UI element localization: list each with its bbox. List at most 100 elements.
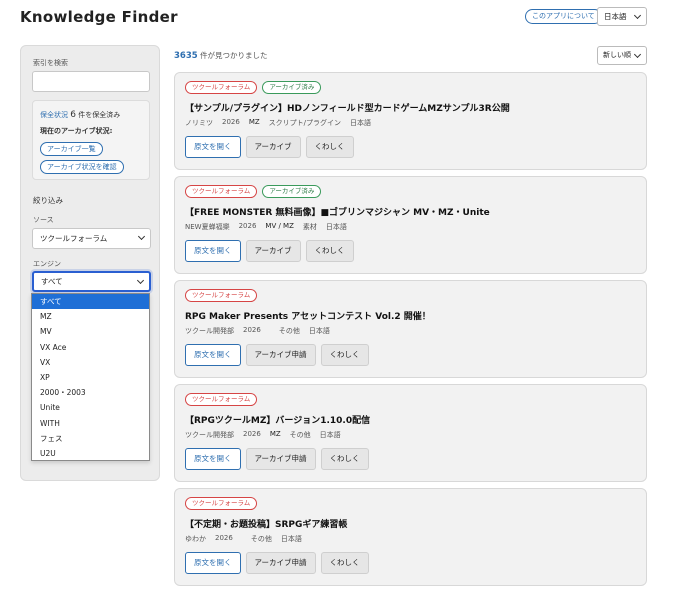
open-original-button[interactable]: 原文を開く	[185, 240, 241, 262]
engine-option[interactable]: 2000・2003	[32, 385, 149, 400]
meta-category: 素材	[302, 223, 317, 231]
meta-engine: MV / MZ	[265, 222, 294, 230]
language-select[interactable]: 日本語	[597, 7, 647, 26]
card-title: 【不定期・お題投稿】SRPGギア練習帳	[185, 520, 348, 530]
engine-dropdown-list: すべて MZ MV VX Ace VX XP 2000・2003 Unite W…	[31, 293, 150, 461]
search-label: 索引を検索	[33, 59, 68, 67]
search-input[interactable]	[32, 71, 150, 92]
archive-status-line: 保全状況 6 件を保全済み	[40, 110, 120, 120]
source-select[interactable]: ツクールフォーラム	[32, 228, 151, 249]
engine-option[interactable]: Unite	[32, 400, 149, 415]
open-original-button[interactable]: 原文を開く	[185, 448, 241, 470]
card-meta: ゆわか 2026 その他 日本語	[185, 534, 302, 544]
card-meta: ツクール開発部 2026 MZ その他 日本語	[185, 430, 341, 440]
archived-badge: アーカイブ済み	[262, 185, 322, 198]
engine-select[interactable]: すべて	[32, 271, 151, 292]
source-select-value: ツクールフォーラム	[40, 234, 108, 243]
details-button[interactable]: くわしく	[320, 344, 369, 366]
engine-option[interactable]: XP	[32, 370, 149, 385]
request-archive-button[interactable]: アーカイブ申請	[245, 552, 316, 574]
meta-year: 2026	[238, 222, 257, 230]
details-button[interactable]: くわしく	[320, 552, 369, 574]
engine-option[interactable]: VX	[32, 355, 149, 370]
meta-category: スクリプト/プラグイン	[268, 119, 342, 127]
sort-select-value: 新しい順	[603, 51, 631, 59]
meta-author: NEW夏蝉福樂	[185, 223, 230, 231]
archive-count: 6	[70, 110, 76, 120]
card-title: 【RPGツクールMZ】バージョン1.10.0配信	[185, 416, 371, 426]
engine-option[interactable]: フェス	[32, 431, 149, 446]
meta-year: 2026	[243, 326, 261, 334]
about-app-button[interactable]: このアプリについて	[525, 9, 602, 24]
details-button[interactable]: くわしく	[305, 136, 354, 158]
meta-category: その他	[250, 535, 272, 543]
archive-button[interactable]: アーカイブ	[245, 136, 301, 158]
archive-status-link[interactable]: 保全状況	[40, 111, 68, 119]
sort-select[interactable]: 新しい順	[597, 46, 647, 65]
meta-language: 日本語	[325, 223, 347, 231]
meta-language: 日本語	[280, 535, 302, 543]
engine-label: エンジン	[33, 260, 61, 268]
current-archive-label: 現在のアーカイブ状況:	[40, 127, 113, 135]
source-badge: ツクールフォーラム	[185, 289, 258, 302]
meta-year: 2026	[243, 430, 261, 438]
results-suffix: 件が見つかりました	[200, 51, 268, 60]
archive-count-suffix: 件を保全済み	[78, 111, 121, 119]
details-button[interactable]: くわしく	[305, 240, 354, 262]
archived-badge: アーカイブ済み	[262, 81, 322, 94]
engine-option[interactable]: MZ	[32, 309, 149, 324]
source-badge: ツクールフォーラム	[185, 497, 258, 510]
card-meta: ノリミツ 2026 MZ スクリプト/プラグイン 日本語	[185, 118, 371, 128]
meta-category: その他	[278, 327, 300, 335]
card-title: 【FREE MONSTER 無料画像】■ゴブリンマジシャン MV・MZ・Unit…	[185, 208, 490, 218]
header: Knowledge Finder このアプリについて 日本語	[0, 0, 680, 36]
engine-option[interactable]: すべて	[32, 294, 149, 310]
chevron-down-icon	[136, 276, 145, 285]
archive-button[interactable]: アーカイブ	[245, 240, 301, 262]
meta-engine: MZ	[248, 118, 260, 126]
meta-language: 日本語	[308, 327, 330, 335]
filter-title: 絞り込み	[33, 196, 63, 205]
check-archive-button[interactable]: アーカイブ状況を確認	[40, 160, 124, 174]
engine-option[interactable]: VX Ace	[32, 340, 149, 355]
engine-option[interactable]: MV	[32, 324, 149, 339]
details-button[interactable]: くわしく	[320, 448, 369, 470]
result-card: ツクールフォーラム アーカイブ済み 【FREE MONSTER 無料画像】■ゴブ…	[174, 176, 647, 274]
result-card: ツクールフォーラム 【不定期・お題投稿】SRPGギア練習帳 ゆわか 2026 そ…	[174, 488, 647, 586]
results-number: 3635	[174, 51, 198, 61]
meta-language: 日本語	[319, 431, 341, 439]
meta-year: 2026	[215, 534, 233, 542]
meta-engine: MZ	[269, 430, 281, 438]
source-badge: ツクールフォーラム	[185, 81, 258, 94]
card-meta: NEW夏蝉福樂 2026 MV / MZ 素材 日本語	[185, 222, 347, 232]
results-count: 3635 件が見つかりました	[174, 50, 268, 61]
archive-status-panel: 保全状況 6 件を保全済み 現在のアーカイブ状況: アーカイブ一覧 アーカイブ状…	[32, 100, 150, 180]
result-card: ツクールフォーラム RPG Maker Presents アセットコンテスト V…	[174, 280, 647, 378]
meta-author: ツクール開発部	[185, 431, 234, 439]
source-badge: ツクールフォーラム	[185, 185, 258, 198]
open-original-button[interactable]: 原文を開く	[185, 552, 241, 574]
meta-year: 2026	[222, 118, 240, 126]
card-title: RPG Maker Presents アセットコンテスト Vol.2 開催！	[185, 312, 431, 322]
request-archive-button[interactable]: アーカイブ申請	[245, 448, 316, 470]
chevron-down-icon	[137, 232, 146, 241]
engine-option[interactable]: WITH	[32, 416, 149, 431]
source-label: ソース	[33, 216, 54, 224]
chevron-down-icon	[633, 50, 642, 59]
chevron-down-icon	[633, 11, 642, 20]
engine-select-value: すべて	[41, 277, 63, 286]
meta-author: ゆわか	[185, 535, 206, 543]
engine-option[interactable]: U2U	[32, 446, 149, 461]
result-card: ツクールフォーラム アーカイブ済み 【サンプル/プラグイン】HDノンフィールド型…	[174, 72, 647, 170]
card-title: 【サンプル/プラグイン】HDノンフィールド型カードゲームMZサンプル3R公開	[185, 104, 510, 114]
result-card: ツクールフォーラム 【RPGツクールMZ】バージョン1.10.0配信 ツクール開…	[174, 384, 647, 482]
request-archive-button[interactable]: アーカイブ申請	[245, 344, 316, 366]
open-original-button[interactable]: 原文を開く	[185, 136, 241, 158]
meta-language: 日本語	[350, 119, 372, 127]
meta-author: ツクール開発部	[185, 327, 234, 335]
open-original-button[interactable]: 原文を開く	[185, 344, 241, 366]
language-select-value: 日本語	[604, 12, 627, 21]
card-meta: ツクール開発部 2026 その他 日本語	[185, 326, 330, 336]
archive-list-button[interactable]: アーカイブ一覧	[40, 142, 103, 156]
meta-author: ノリミツ	[185, 119, 213, 127]
